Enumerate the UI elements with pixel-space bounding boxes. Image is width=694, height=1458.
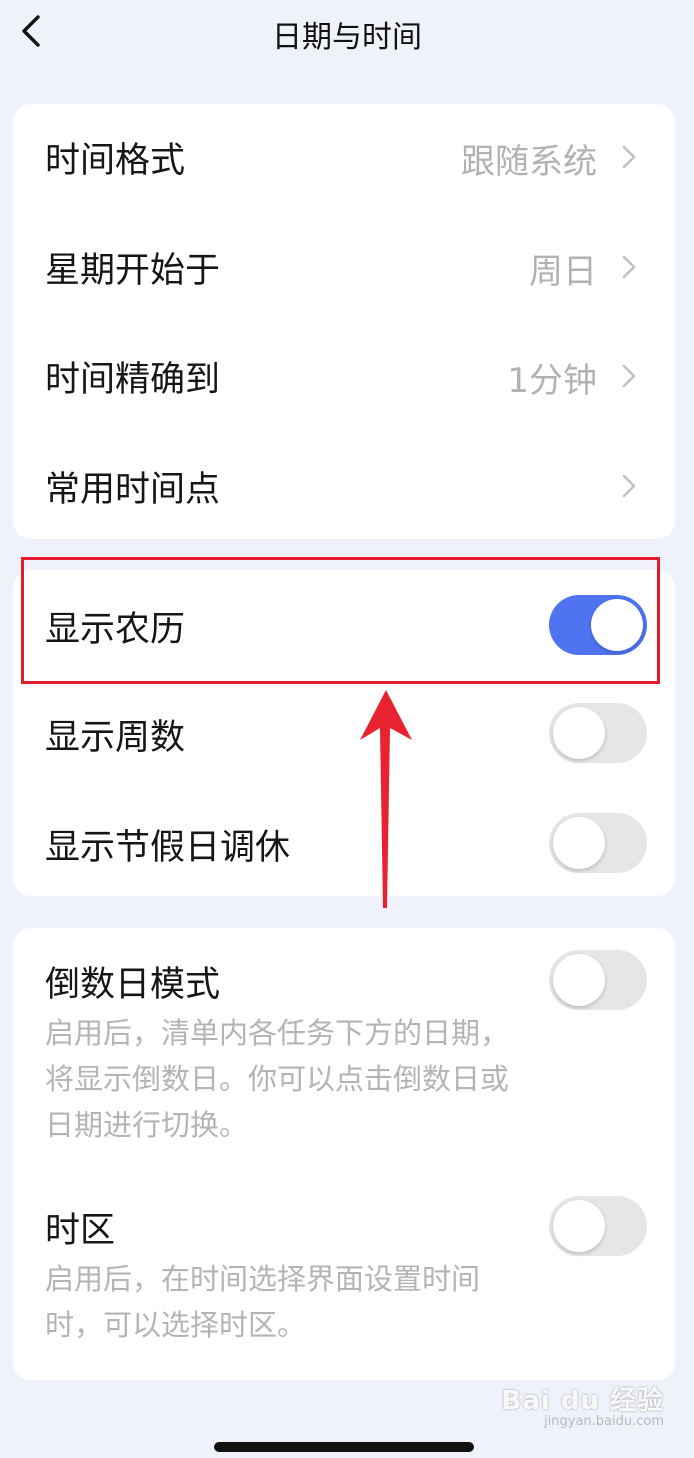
watermark-logo: Bai du 经验 xyxy=(501,1386,664,1416)
chevron-right-icon xyxy=(622,474,636,498)
chevron-right-icon xyxy=(622,364,636,388)
common-time-points-row[interactable]: 常用时间点 xyxy=(13,433,675,543)
row-label: 时区 xyxy=(45,1211,116,1251)
time-precision-row[interactable]: 时间精确到 1分钟 xyxy=(13,323,675,433)
row-label: 时间格式 xyxy=(45,141,186,181)
settings-group-general: 时间格式 跟随系统 星期开始于 周日 时间精确到 1分钟 常用时间点 xyxy=(13,104,675,539)
row-label: 显示周数 xyxy=(45,718,186,758)
show-holiday-toggle[interactable] xyxy=(549,813,647,873)
watermark-url: jingyan.baidu.com xyxy=(544,1414,664,1429)
settings-group-advanced: 倒数日模式 启用后，清单内各任务下方的日期，将显示倒数日。你可以点击倒数日或日期… xyxy=(13,928,675,1380)
row-label: 时间精确到 xyxy=(45,360,221,400)
timezone-row: 时区 启用后，在时间选择界面设置时间时，可以选择时区。 xyxy=(13,1174,675,1364)
toggle-knob xyxy=(553,707,605,759)
toggle-knob xyxy=(553,1200,605,1252)
week-start-row[interactable]: 星期开始于 周日 xyxy=(13,214,675,324)
toggle-knob xyxy=(553,817,605,869)
show-holiday-row: 显示节假日调休 xyxy=(13,791,675,901)
time-format-row[interactable]: 时间格式 跟随系统 xyxy=(13,104,675,214)
home-indicator xyxy=(214,1442,474,1452)
row-label: 常用时间点 xyxy=(45,470,221,510)
chevron-right-icon xyxy=(622,255,636,279)
toggle-knob xyxy=(553,954,605,1006)
row-description: 启用后，清单内各任务下方的日期，将显示倒数日。你可以点击倒数日或日期进行切换。 xyxy=(45,1016,510,1142)
row-value: 周日 xyxy=(529,252,597,292)
row-value: 跟随系统 xyxy=(461,142,597,182)
countdown-mode-row: 倒数日模式 启用后，清单内各任务下方的日期，将显示倒数日。你可以点击倒数日或日期… xyxy=(13,928,675,1156)
row-description: 启用后，在时间选择界面设置时间时，可以选择时区。 xyxy=(45,1262,481,1342)
row-label: 显示节假日调休 xyxy=(45,828,291,868)
annotation-arrow-icon xyxy=(360,690,412,908)
row-label: 星期开始于 xyxy=(45,251,221,291)
page-title: 日期与时间 xyxy=(272,20,422,55)
annotation-highlight-box xyxy=(21,557,660,684)
countdown-mode-toggle[interactable] xyxy=(549,950,647,1010)
row-label: 倒数日模式 xyxy=(45,965,221,1005)
row-value: 1分钟 xyxy=(507,361,597,401)
show-week-number-toggle[interactable] xyxy=(549,703,647,763)
show-week-number-row: 显示周数 xyxy=(13,681,675,791)
timezone-toggle[interactable] xyxy=(549,1196,647,1256)
chevron-right-icon xyxy=(622,145,636,169)
navigation-bar: 日期与时间 xyxy=(0,0,694,70)
